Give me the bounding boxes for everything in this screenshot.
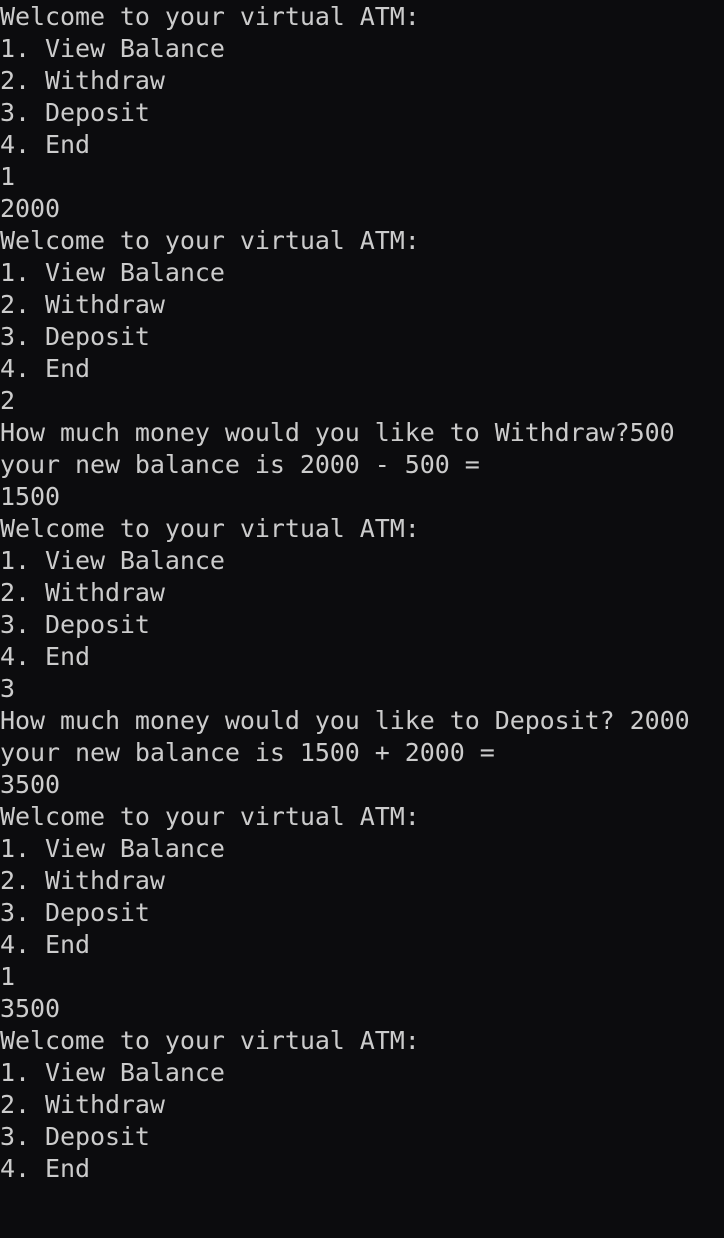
output-line: 3. Deposit xyxy=(0,898,150,927)
output-line: 1 xyxy=(0,962,15,991)
output-line: 3. Deposit xyxy=(0,98,150,127)
terminal-output[interactable]: Welcome to your virtual ATM: 1. View Bal… xyxy=(0,0,724,1238)
output-line: 4. End xyxy=(0,1154,90,1183)
output-line: 3 xyxy=(0,674,15,703)
output-line: 4. End xyxy=(0,354,90,383)
output-line: 2000 xyxy=(0,194,60,223)
output-line: 1. View Balance xyxy=(0,258,225,287)
output-line: How much money would you like to Deposit… xyxy=(0,706,690,735)
output-line: 2. Withdraw xyxy=(0,1090,165,1119)
output-line: your new balance is 2000 - 500 = xyxy=(0,450,480,479)
output-line: 2. Withdraw xyxy=(0,578,165,607)
output-line: 4. End xyxy=(0,130,90,159)
output-line: 1500 xyxy=(0,482,60,511)
output-line: Welcome to your virtual ATM: xyxy=(0,2,420,31)
output-line: 3. Deposit xyxy=(0,322,150,351)
output-line: 2. Withdraw xyxy=(0,66,165,95)
output-line: 2. Withdraw xyxy=(0,290,165,319)
output-line: 3500 xyxy=(0,770,60,799)
output-line: 4. End xyxy=(0,930,90,959)
output-line: 2 xyxy=(0,386,15,415)
output-line: 1. View Balance xyxy=(0,546,225,575)
output-line: Welcome to your virtual ATM: xyxy=(0,802,420,831)
output-line: your new balance is 1500 + 2000 = xyxy=(0,738,495,767)
output-line: 1. View Balance xyxy=(0,834,225,863)
output-line: 1. View Balance xyxy=(0,34,225,63)
output-line: Welcome to your virtual ATM: xyxy=(0,514,420,543)
output-line: 3. Deposit xyxy=(0,610,150,639)
output-line: 3500 xyxy=(0,994,60,1023)
output-line: 1. View Balance xyxy=(0,1058,225,1087)
output-line: How much money would you like to Withdra… xyxy=(0,418,675,447)
output-line: 3. Deposit xyxy=(0,1122,150,1151)
output-line: 2. Withdraw xyxy=(0,866,165,895)
output-line: 4. End xyxy=(0,642,90,671)
output-line: 1 xyxy=(0,162,15,191)
output-line: Welcome to your virtual ATM: xyxy=(0,226,420,255)
output-line: Welcome to your virtual ATM: xyxy=(0,1026,420,1055)
